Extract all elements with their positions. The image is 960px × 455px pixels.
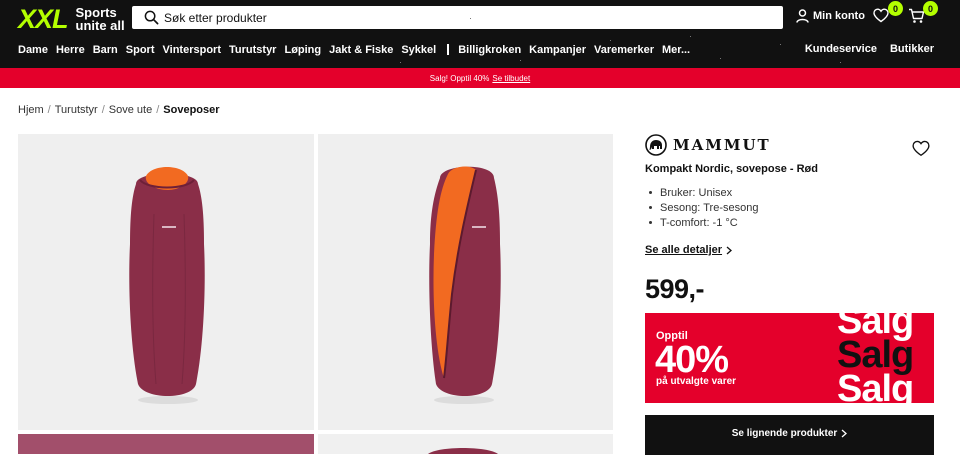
nav-item-jakt-fiske[interactable]: Jakt & Fiske [329,44,393,56]
spec-item-season: Sesong: Tre-sesong [645,200,758,215]
nav-item-sport[interactable]: Sport [126,44,155,56]
sale-word-middle: Salg [837,334,914,376]
nav-divider [447,44,450,55]
search-icon[interactable] [140,7,162,29]
sale-word-bottom: Salg [837,368,914,403]
breadcrumb-separator: / [156,104,160,116]
logo-tagline-line-2: unite all [75,18,125,33]
account-link[interactable]: Min konto [796,9,865,23]
product-title: Kompakt Nordic, sovepose - Rød [645,163,818,175]
add-to-wishlist-button[interactable] [912,140,930,162]
sleeping-bag-closed-image [129,167,205,404]
logo-text: XXL [18,3,69,34]
nav-item-herre[interactable]: Herre [56,44,85,56]
breadcrumb-separator: / [47,104,51,116]
product-image-open[interactable] [318,134,613,430]
cart-button[interactable]: 0 [908,1,938,28]
nav-item-kundeservice[interactable]: Kundeservice [805,43,877,55]
spec-item-comfort: T-comfort: -1 °C [645,215,758,230]
breadcrumb: Hjem / Turutstyr / Sove ute / Soveposer [18,104,220,116]
nav-item-billigkroken[interactable]: Billigkroken [458,44,521,56]
heart-icon [873,8,889,23]
wishlist-button[interactable]: 0 [873,1,903,28]
promo-link[interactable]: Se tilbudet [492,74,530,83]
spec-item-user: Bruker: Unisex [645,185,758,200]
wishlist-count-badge: 0 [888,1,903,16]
nav-item-mer[interactable]: Mer... [662,44,690,56]
breadcrumb-separator: / [101,104,105,116]
heart-outline-icon [912,140,930,157]
sleeping-bag-detail-image [428,448,498,454]
search-bar[interactable] [132,6,783,29]
breadcrumb-current: Soveposer [163,104,220,116]
sale-banner[interactable]: Opptil 40% på utvalgte varer Salg Salg S… [645,313,934,403]
promo-bar: Salg! Opptil 40% Se tilbudet [0,68,960,88]
see-similar-products-button[interactable]: Se lignende produkter [645,415,934,455]
product-image-detail-1[interactable] [18,434,314,454]
promo-text: Salg! Opptil 40% [429,73,490,83]
mammoth-icon [645,134,667,156]
breadcrumb-item-hjem[interactable]: Hjem [18,104,44,116]
nav-item-kampanjer[interactable]: Kampanjer [529,44,586,56]
nav-item-varemerker[interactable]: Varemerker [594,44,654,56]
nav-item-turutstyr[interactable]: Turutstyr [229,44,276,56]
secondary-nav: Kundeservice Butikker [792,43,934,55]
nav-item-vintersport[interactable]: Vintersport [163,44,221,56]
user-icon [796,9,809,23]
nav-item-barn[interactable]: Barn [93,44,118,56]
top-header: XXL Sports unite all Min konto 0 0 Dame … [0,0,960,68]
nav-item-loping[interactable]: Løping [284,44,321,56]
product-image-detail-2[interactable] [318,434,613,454]
details-link-label: Se alle detaljer [645,244,723,256]
chevron-right-icon [726,246,733,254]
nav-item-dame[interactable]: Dame [18,44,48,56]
nav-item-butikker[interactable]: Butikker [890,43,934,55]
breadcrumb-item-sove-ute[interactable]: Sove ute [109,104,152,116]
sleeping-bag-open-image [429,166,501,404]
product-specs: Bruker: Unisex Sesong: Tre-sesong T-comf… [645,185,758,230]
brand-logo[interactable]: MAMMUT [645,134,771,156]
main-nav: Dame Herre Barn Sport Vintersport Turuts… [18,43,698,56]
search-input[interactable] [164,10,764,25]
see-all-details-link[interactable]: Se alle detaljer [645,244,733,256]
xxl-logo[interactable]: XXL Sports unite all [18,5,125,33]
sale-subtitle: på utvalgte varer [656,376,737,387]
product-image-closed[interactable] [18,134,314,430]
breadcrumb-item-turutstyr[interactable]: Turutstyr [55,104,98,116]
product-price: 599,- [645,274,705,304]
nav-item-sykkel[interactable]: Sykkel [401,44,436,56]
cart-count-badge: 0 [923,1,938,16]
account-label: Min konto [813,10,865,22]
logo-tagline: Sports unite all [76,6,125,32]
brand-name: MAMMUT [673,136,771,154]
similar-button-label: Se lignende produkter [731,428,838,439]
chevron-right-icon [841,429,848,438]
